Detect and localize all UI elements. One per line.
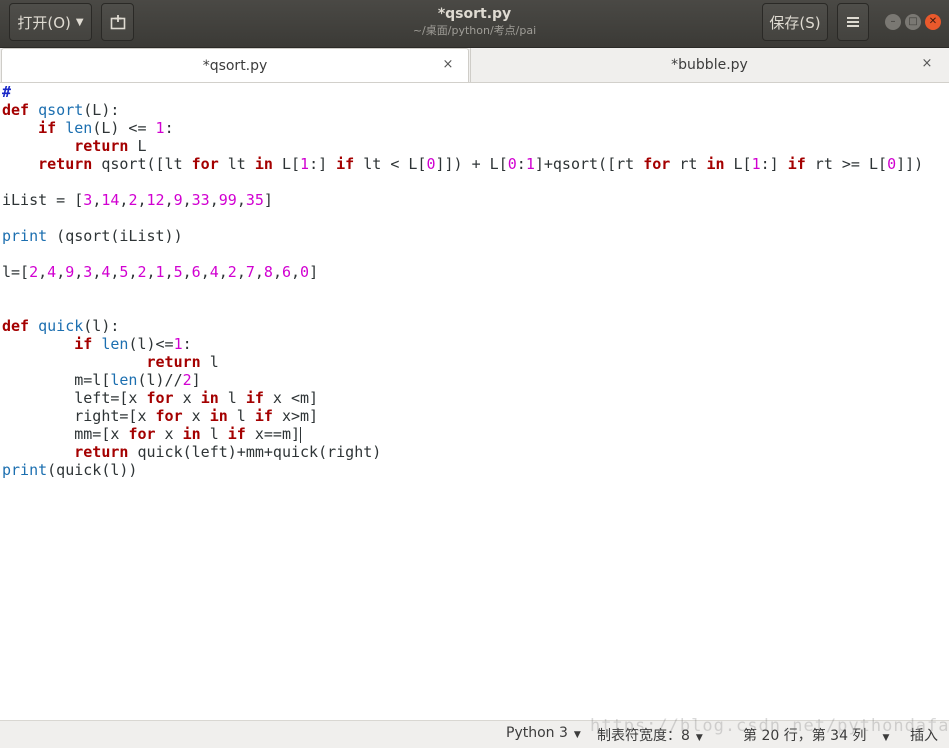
code-line: def quick(l):: [2, 317, 120, 335]
code-line: mm=[x for x in l if x==m]: [2, 425, 302, 443]
code-line: l=[2,4,9,3,4,5,2,1,5,6,4,2,7,8,6,0]: [2, 263, 319, 281]
code-line: if len(l)<=1:: [74, 335, 192, 353]
chevron-down-icon: ▼: [75, 16, 84, 28]
code-line: right=[x for x in l if x>m]: [2, 407, 319, 425]
window-title: *qsort.py: [437, 6, 512, 22]
window-subtitle: ~/桌面/python/考点/pai: [412, 24, 537, 37]
hamburger-icon: [847, 17, 859, 27]
code-line: m=l[len(l)//2]: [2, 371, 201, 389]
open-button[interactable]: 打开(O) ▼: [9, 3, 92, 41]
close-window-icon[interactable]: ✕: [925, 14, 941, 30]
new-document-icon: [110, 15, 125, 30]
code-line: #: [2, 83, 12, 101]
language-label: Python 3: [506, 725, 568, 741]
code-line: return qsort([lt for lt in L[1:] if lt <…: [38, 155, 924, 173]
tab-bar: *qsort.py × *bubble.py ×: [0, 48, 949, 83]
watermark: https://blog.csdn.net/pythondafahao: [590, 716, 949, 736]
code-line: return quick(left)+mm+quick(right): [74, 443, 382, 461]
new-document-button[interactable]: [101, 3, 134, 41]
close-icon[interactable]: ×: [919, 56, 935, 71]
close-icon[interactable]: ×: [440, 57, 456, 72]
maximize-icon[interactable]: □: [905, 14, 921, 30]
header-bar: 打开(O) ▼ *qsort.py ~/桌面/python/考点/pai 保存(…: [0, 0, 949, 48]
menu-button[interactable]: [837, 3, 869, 41]
code-line: return L: [74, 137, 147, 155]
window-title-area: *qsort.py ~/桌面/python/考点/pai: [300, 5, 649, 39]
language-selector[interactable]: Python 3 ▼: [506, 725, 581, 741]
tab-qsort[interactable]: *qsort.py ×: [1, 48, 469, 82]
code-line: iList = [3,14,2,12,9,33,99,35]: [2, 191, 273, 209]
tab-label: *qsort.py: [202, 57, 268, 74]
code-line: def qsort(L):: [2, 101, 120, 119]
code-line: print (qsort(iList)): [2, 227, 183, 245]
text-cursor: [300, 426, 302, 443]
code-line: print(quick(l)): [2, 461, 138, 479]
open-button-label: 打开(O): [17, 13, 71, 32]
code-line: return l: [146, 353, 219, 371]
tab-label: *bubble.py: [671, 57, 748, 73]
code-line: if len(L) <= 1:: [38, 119, 174, 137]
chevron-down-icon: ▼: [573, 730, 581, 740]
save-button[interactable]: 保存(S): [762, 3, 828, 41]
minimize-icon[interactable]: –: [885, 14, 901, 30]
code-line: left=[x for x in l if x <m]: [2, 389, 319, 407]
code-editor[interactable]: # def qsort(L): if len(L) <= 1: return L …: [2, 83, 947, 719]
tab-bubble[interactable]: *bubble.py ×: [470, 48, 948, 82]
